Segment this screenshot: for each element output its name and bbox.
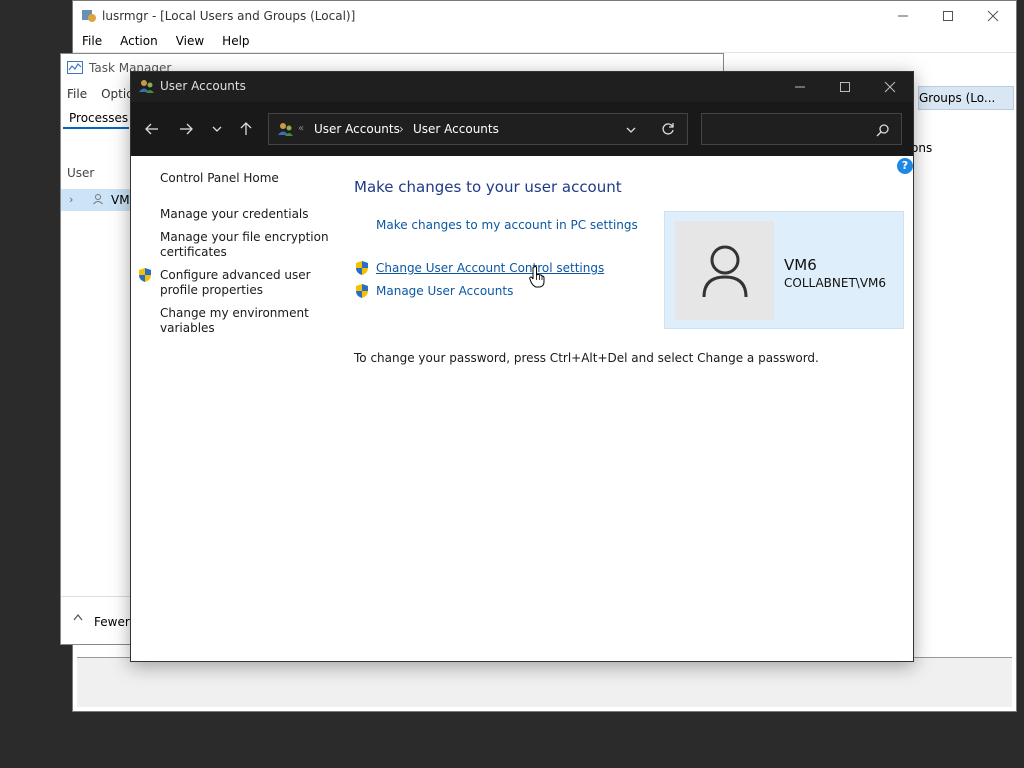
uac-shield-icon: [356, 261, 368, 275]
ua-title: User Accounts: [160, 79, 246, 93]
close-icon[interactable]: [970, 1, 1016, 31]
menu-view[interactable]: View: [167, 31, 213, 48]
minimize-icon[interactable]: [777, 72, 823, 102]
forward-arrow-icon[interactable]: [173, 116, 199, 142]
manage-credentials-link[interactable]: Manage your credentials: [160, 207, 309, 222]
ua-titlebar[interactable]: User Accounts: [131, 72, 913, 102]
file-encryption-line1: Manage your file encryption: [160, 230, 329, 244]
recent-locations-chevron-icon[interactable]: [204, 116, 230, 142]
manage-user-accounts-link[interactable]: Manage User Accounts: [376, 284, 513, 298]
user-domain: COLLABNET\VM6: [784, 276, 887, 290]
breadcrumb-item[interactable]: User Accounts: [413, 122, 499, 136]
uac-shield-icon: [356, 284, 368, 298]
search-input[interactable]: [701, 113, 902, 145]
chevron-right-icon[interactable]: ›: [69, 193, 73, 206]
user-icon: [91, 192, 105, 206]
lusrmgr-statusbar: [77, 657, 1012, 707]
advanced-profile-line2: profile properties: [160, 283, 263, 297]
menu-file[interactable]: File: [73, 31, 111, 48]
user-name: VM6: [784, 256, 817, 274]
tm-menu-file[interactable]: File: [61, 84, 87, 101]
advanced-profile-properties-link[interactable]: Configure advanced user profile properti…: [160, 268, 311, 298]
lusrmgr-titlebar[interactable]: lusrmgr - [Local Users and Groups (Local…: [73, 1, 1016, 31]
refresh-icon[interactable]: [661, 122, 675, 136]
file-encryption-line2: certificates: [160, 245, 227, 259]
file-encryption-link[interactable]: Manage your file encryption certificates: [160, 230, 329, 260]
breadcrumb-separator-icon: ›: [399, 122, 404, 136]
user-account-card: VM6 COLLABNET\VM6: [664, 211, 904, 329]
maximize-icon[interactable]: [822, 72, 868, 102]
chevron-up-icon[interactable]: [73, 613, 83, 621]
user-accounts-icon: [138, 78, 154, 94]
tab-processes[interactable]: Processes: [63, 107, 129, 129]
search-icon[interactable]: [876, 123, 890, 137]
address-bar[interactable]: « User Accounts › User Accounts: [268, 113, 688, 145]
navigation-bar: « User Accounts › User Accounts: [131, 102, 913, 156]
row-user-name: VM: [111, 193, 130, 207]
environment-variables-line1: Change my environment: [160, 306, 309, 320]
back-arrow-icon[interactable]: [139, 116, 165, 142]
avatar: [675, 221, 774, 320]
lusrmgr-title: lusrmgr - [Local Users and Groups (Local…: [102, 9, 356, 23]
uac-shield-icon: [139, 268, 151, 282]
menu-action[interactable]: Action: [111, 31, 167, 48]
environment-variables-line2: variables: [160, 321, 215, 335]
actions-pane-more-actions[interactable]: ons: [911, 141, 932, 155]
user-accounts-window: User Accounts « User Accounts › User Acc…: [130, 71, 914, 662]
environment-variables-link[interactable]: Change my environment variables: [160, 306, 309, 336]
page-title: Make changes to your user account: [354, 178, 622, 196]
menu-help[interactable]: Help: [213, 31, 258, 48]
lusrmgr-menubar: File Action View Help: [73, 31, 1016, 53]
hand-cursor-icon: [529, 266, 545, 288]
up-arrow-icon[interactable]: [233, 116, 259, 142]
column-header-user[interactable]: User: [67, 166, 94, 180]
change-uac-settings-link[interactable]: Change User Account Control settings: [376, 261, 604, 275]
task-manager-icon: [67, 61, 83, 75]
close-icon[interactable]: [867, 72, 913, 102]
maximize-icon[interactable]: [925, 1, 971, 31]
actions-pane-header[interactable]: Groups (Lo...: [918, 86, 1014, 110]
user-accounts-location-icon: [277, 121, 293, 137]
breadcrumb-overflow[interactable]: «: [298, 123, 304, 134]
tm-menu-options[interactable]: Optio: [87, 84, 133, 101]
main-content: ? Control Panel Home Manage your credent…: [131, 156, 913, 661]
breadcrumb-item[interactable]: User Accounts: [314, 122, 400, 136]
user-silhouette-icon: [702, 245, 747, 297]
help-icon[interactable]: ?: [897, 158, 913, 174]
fewer-details-button[interactable]: Fewer: [94, 615, 130, 629]
table-row[interactable]: › VM: [61, 189, 131, 211]
minimize-icon[interactable]: [880, 1, 926, 31]
password-info-text: To change your password, press Ctrl+Alt+…: [354, 351, 819, 365]
pc-settings-link[interactable]: Make changes to my account in PC setting…: [376, 218, 638, 232]
address-dropdown-chevron-icon[interactable]: [626, 126, 636, 134]
advanced-profile-line1: Configure advanced user: [160, 268, 311, 282]
lusrmgr-app-icon: [81, 8, 97, 24]
control-panel-home-link[interactable]: Control Panel Home: [160, 171, 279, 186]
